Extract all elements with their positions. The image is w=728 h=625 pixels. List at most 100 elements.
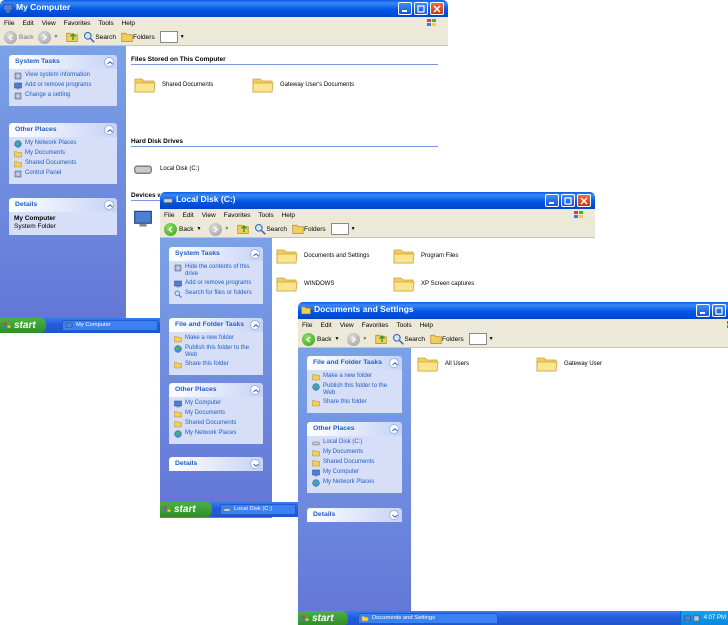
folder-all-users[interactable]: All Users <box>417 354 469 373</box>
up-button[interactable] <box>237 223 249 235</box>
menu-tools[interactable]: Tools <box>98 20 113 27</box>
place-local-disk[interactable]: Local Disk (C:) <box>312 439 398 447</box>
collapse-icon[interactable] <box>104 57 114 67</box>
task-share-folder[interactable]: Share this folder <box>174 361 259 369</box>
panel-header[interactable]: System Tasks <box>9 55 117 69</box>
collapse-icon[interactable] <box>250 320 260 330</box>
minimize-button[interactable] <box>398 2 412 15</box>
place-my-documents[interactable]: My Documents <box>14 150 113 158</box>
place-my-documents[interactable]: My Documents <box>312 449 398 457</box>
folders-button[interactable]: Folders <box>430 333 464 345</box>
folders-button[interactable]: Folders <box>121 31 155 43</box>
place-my-documents[interactable]: My Documents <box>174 410 259 418</box>
search-button[interactable]: Search <box>254 223 287 235</box>
menu-edit[interactable]: Edit <box>182 212 193 219</box>
place-my-computer[interactable]: My Computer <box>174 400 259 408</box>
folder-xp-screen-captures[interactable]: XP Screen captures <box>393 274 474 293</box>
expand-icon[interactable] <box>389 510 399 520</box>
views-button[interactable]: ▼ <box>330 223 359 235</box>
menu-tools[interactable]: Tools <box>258 212 273 219</box>
menu-file[interactable]: File <box>164 212 174 219</box>
folder-windows[interactable]: WINDOWS <box>276 274 334 293</box>
menu-tools[interactable]: Tools <box>396 322 411 329</box>
collapse-icon[interactable] <box>104 200 114 210</box>
collapse-icon[interactable] <box>250 385 260 395</box>
folder-gateway-user[interactable]: Gateway User <box>536 354 602 373</box>
task-documents-and-settings[interactable]: Documents and Settings <box>358 613 498 624</box>
maximize-button[interactable] <box>561 194 575 207</box>
place-my-computer[interactable]: My Computer <box>312 469 398 477</box>
forward-button[interactable]: ▼ <box>38 30 61 44</box>
collapse-icon[interactable] <box>389 358 399 368</box>
task-my-computer[interactable]: My Computer <box>62 320 158 331</box>
menu-view[interactable]: View <box>42 20 56 27</box>
minimize-button[interactable] <box>545 194 559 207</box>
folder-documents-and-settings[interactable]: Documents and Settings <box>276 246 369 265</box>
panel-header[interactable]: Other Places <box>307 422 402 436</box>
menu-help[interactable]: Help <box>420 322 433 329</box>
place-shared-documents[interactable]: Shared Documents <box>312 459 398 467</box>
task-hide-drive-contents[interactable]: Hide the contents of this drive <box>174 264 259 278</box>
search-button[interactable]: Search <box>392 333 425 345</box>
panel-header[interactable]: Details <box>169 457 263 471</box>
task-share-folder[interactable]: Share this folder <box>312 399 398 407</box>
collapse-icon[interactable] <box>250 249 260 259</box>
menu-file[interactable]: File <box>4 20 14 27</box>
place-my-network-places[interactable]: My Network Places <box>174 430 259 438</box>
start-button[interactable]: start <box>0 318 46 333</box>
views-button[interactable]: ▼ <box>159 31 188 43</box>
menu-view[interactable]: View <box>340 322 354 329</box>
panel-header[interactable]: Other Places <box>9 123 117 137</box>
title-bar[interactable]: My Computer <box>0 0 448 17</box>
menu-favorites[interactable]: Favorites <box>64 20 91 27</box>
start-button[interactable]: start <box>298 611 348 625</box>
folders-button[interactable]: Folders <box>292 223 326 235</box>
menu-help[interactable]: Help <box>122 20 135 27</box>
place-my-network-places[interactable]: My Network Places <box>14 140 113 148</box>
menu-favorites[interactable]: Favorites <box>362 322 389 329</box>
menu-favorites[interactable]: Favorites <box>224 212 251 219</box>
menu-file[interactable]: File <box>302 322 312 329</box>
collapse-icon[interactable] <box>389 424 399 434</box>
place-shared-documents[interactable]: Shared Documents <box>174 420 259 428</box>
menu-help[interactable]: Help <box>282 212 295 219</box>
start-button[interactable]: start <box>160 502 212 517</box>
back-button[interactable]: Back <box>4 30 33 44</box>
collapse-icon[interactable] <box>104 125 114 135</box>
task-make-new-folder[interactable]: Make a new folder <box>174 335 259 343</box>
task-publish-web[interactable]: Publish this folder to the Web <box>174 345 259 359</box>
folder-shared-documents[interactable]: Shared Documents <box>134 75 213 94</box>
panel-header[interactable]: Details <box>9 198 117 212</box>
place-control-panel[interactable]: Control Panel <box>14 170 113 178</box>
volume-tray-icon[interactable] <box>693 615 700 622</box>
panel-header[interactable]: Other Places <box>169 383 263 397</box>
panel-header[interactable]: File and Folder Tasks <box>307 356 402 370</box>
maximize-button[interactable] <box>712 304 726 317</box>
up-button[interactable] <box>66 31 78 43</box>
place-shared-documents[interactable]: Shared Documents <box>14 160 113 168</box>
folder-gateway-documents[interactable]: Gateway User's Documents <box>252 75 354 94</box>
up-button[interactable] <box>375 333 387 345</box>
title-bar[interactable]: Local Disk (C:) <box>160 192 595 209</box>
panel-header[interactable]: System Tasks <box>169 247 263 261</box>
task-make-new-folder[interactable]: Make a new folder <box>312 373 398 381</box>
maximize-button[interactable] <box>414 2 428 15</box>
search-button[interactable]: Search <box>83 31 116 43</box>
folder-program-files[interactable]: Program Files <box>393 246 458 265</box>
drive-local-disk[interactable]: Local Disk (C:) <box>132 159 199 178</box>
task-change-setting[interactable]: Change a setting <box>14 92 113 100</box>
documents-and-settings-window[interactable]: Documents and Settings File Edit View Fa… <box>298 302 728 625</box>
menu-edit[interactable]: Edit <box>22 20 33 27</box>
menu-view[interactable]: View <box>202 212 216 219</box>
menu-edit[interactable]: Edit <box>320 322 331 329</box>
close-button[interactable] <box>430 2 444 15</box>
back-button[interactable]: Back ▼ <box>164 222 204 236</box>
task-publish-web[interactable]: Publish this folder to the Web <box>312 383 398 397</box>
task-local-disk[interactable]: Local Disk (C:) <box>220 504 296 515</box>
device-item[interactable] <box>132 209 160 228</box>
forward-button[interactable]: ▼ <box>347 332 370 346</box>
views-button[interactable]: ▼ <box>468 333 497 345</box>
task-add-remove-programs[interactable]: Add or remove programs <box>14 82 113 90</box>
network-tray-icon[interactable] <box>684 615 691 622</box>
close-button[interactable] <box>577 194 591 207</box>
